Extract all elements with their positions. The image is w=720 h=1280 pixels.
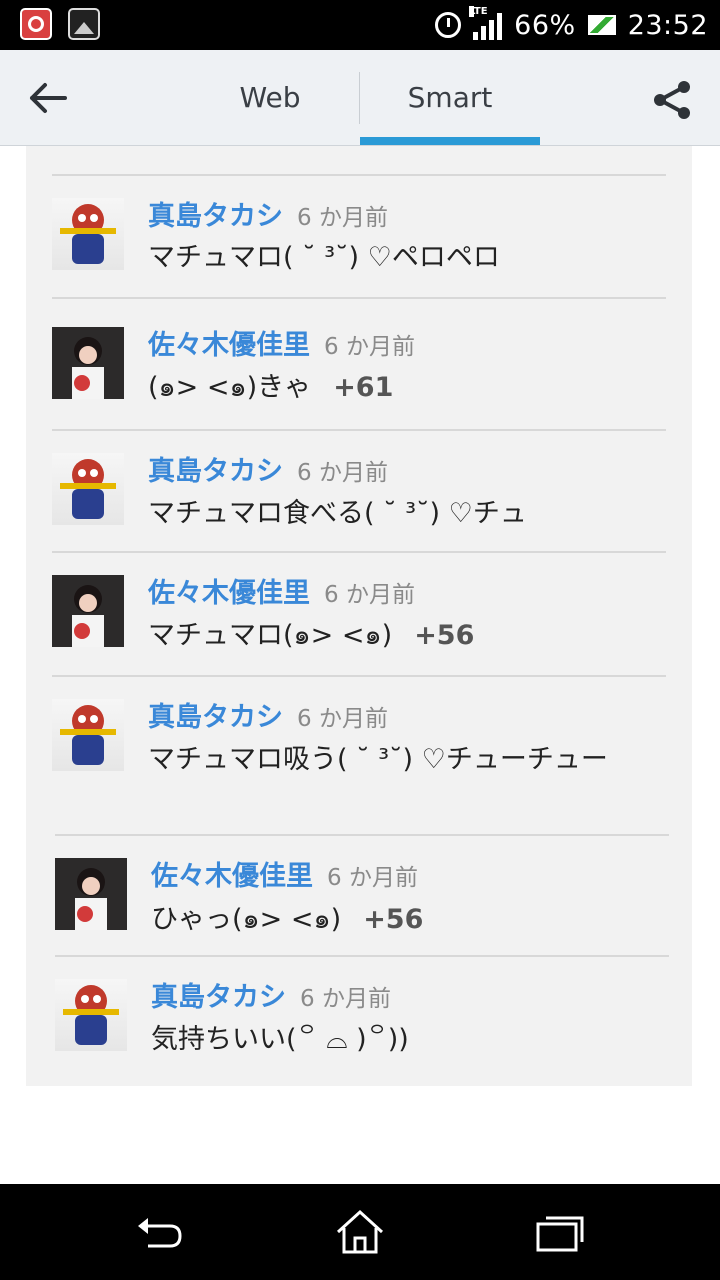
comment-text: 気持ちいい(꒪ ⌓ )꒪)) [151, 1024, 409, 1055]
comment-text: ひゃっ(๑> <๑) [151, 904, 342, 935]
alarm-icon [435, 12, 462, 38]
comment-time: 6 か月前 [327, 865, 418, 891]
selected-tab-indicator [360, 137, 540, 145]
back-nav-icon[interactable] [132, 1208, 188, 1256]
plus-count: +61 [333, 372, 394, 403]
home-icon[interactable] [332, 1208, 388, 1256]
top-toolbar: Web Smart [0, 50, 720, 146]
comment-text: マチュマロ( ˘ ³˘) ♡ペロペロ [148, 242, 500, 273]
tab-smart[interactable]: Smart [360, 50, 540, 145]
comment-username[interactable]: 佐々木優佳里 [148, 571, 310, 610]
avatar[interactable] [52, 699, 124, 771]
avatar[interactable] [52, 453, 124, 525]
comment-username[interactable]: 真島タカシ [148, 449, 283, 488]
comment-text: マチュマロ吸う( ˘ ³˘) ♡チューチュー [148, 744, 608, 775]
share-icon[interactable] [650, 78, 694, 122]
comment-time: 6 か月前 [297, 706, 388, 732]
battery-percent: 66% [514, 9, 576, 41]
comment-username[interactable]: 真島タカシ [151, 975, 286, 1014]
status-bar: LTE 66% 23:52 [0, 0, 720, 50]
divider [52, 551, 666, 553]
avatar[interactable] [55, 858, 127, 930]
comment-text: (๑> <๑)きゃ [148, 372, 312, 403]
clock: 23:52 [627, 9, 708, 41]
navigation-bar [0, 1184, 720, 1280]
divider [55, 834, 669, 836]
tab-web[interactable]: Web [180, 50, 360, 145]
avatar[interactable] [52, 198, 124, 270]
comment-username[interactable]: 真島タカシ [148, 695, 283, 734]
network-type: LTE [469, 6, 488, 17]
plus-count: +56 [414, 620, 475, 651]
recent-apps-icon[interactable] [532, 1208, 588, 1256]
app-icon [20, 8, 52, 40]
battery-icon [587, 15, 616, 35]
comment-username[interactable]: 佐々木優佳里 [151, 854, 313, 893]
avatar[interactable] [52, 327, 124, 399]
arrow-left-icon[interactable] [28, 82, 68, 114]
comment-username[interactable]: 佐々木優佳里 [148, 323, 310, 362]
divider [52, 297, 666, 299]
comment-time: 6 か月前 [324, 582, 415, 608]
comment-username[interactable]: 真島タカシ [148, 194, 283, 233]
avatar[interactable] [52, 575, 124, 647]
gallery-icon [68, 8, 100, 40]
comment-time: 6 か月前 [300, 986, 391, 1012]
divider [52, 429, 666, 431]
divider [55, 955, 669, 957]
comment-text: マチュマロ食べる( ˘ ³˘) ♡チュ [148, 498, 527, 529]
divider [52, 174, 666, 176]
plus-count: +56 [363, 904, 424, 935]
comment-time: 6 か月前 [297, 205, 388, 231]
signal-icon: LTE [469, 6, 503, 40]
comment-time: 6 か月前 [297, 460, 388, 486]
divider [52, 675, 666, 677]
comment-time: 6 か月前 [324, 334, 415, 360]
comment-text: マチュマロ(๑> <๑) [148, 620, 393, 651]
comments-panel: 真島タカシ 6 か月前 マチュマロ( ˘ ³˘) ♡ペロペロ 佐々木優佳里 6 … [26, 146, 692, 1086]
avatar[interactable] [55, 979, 127, 1051]
